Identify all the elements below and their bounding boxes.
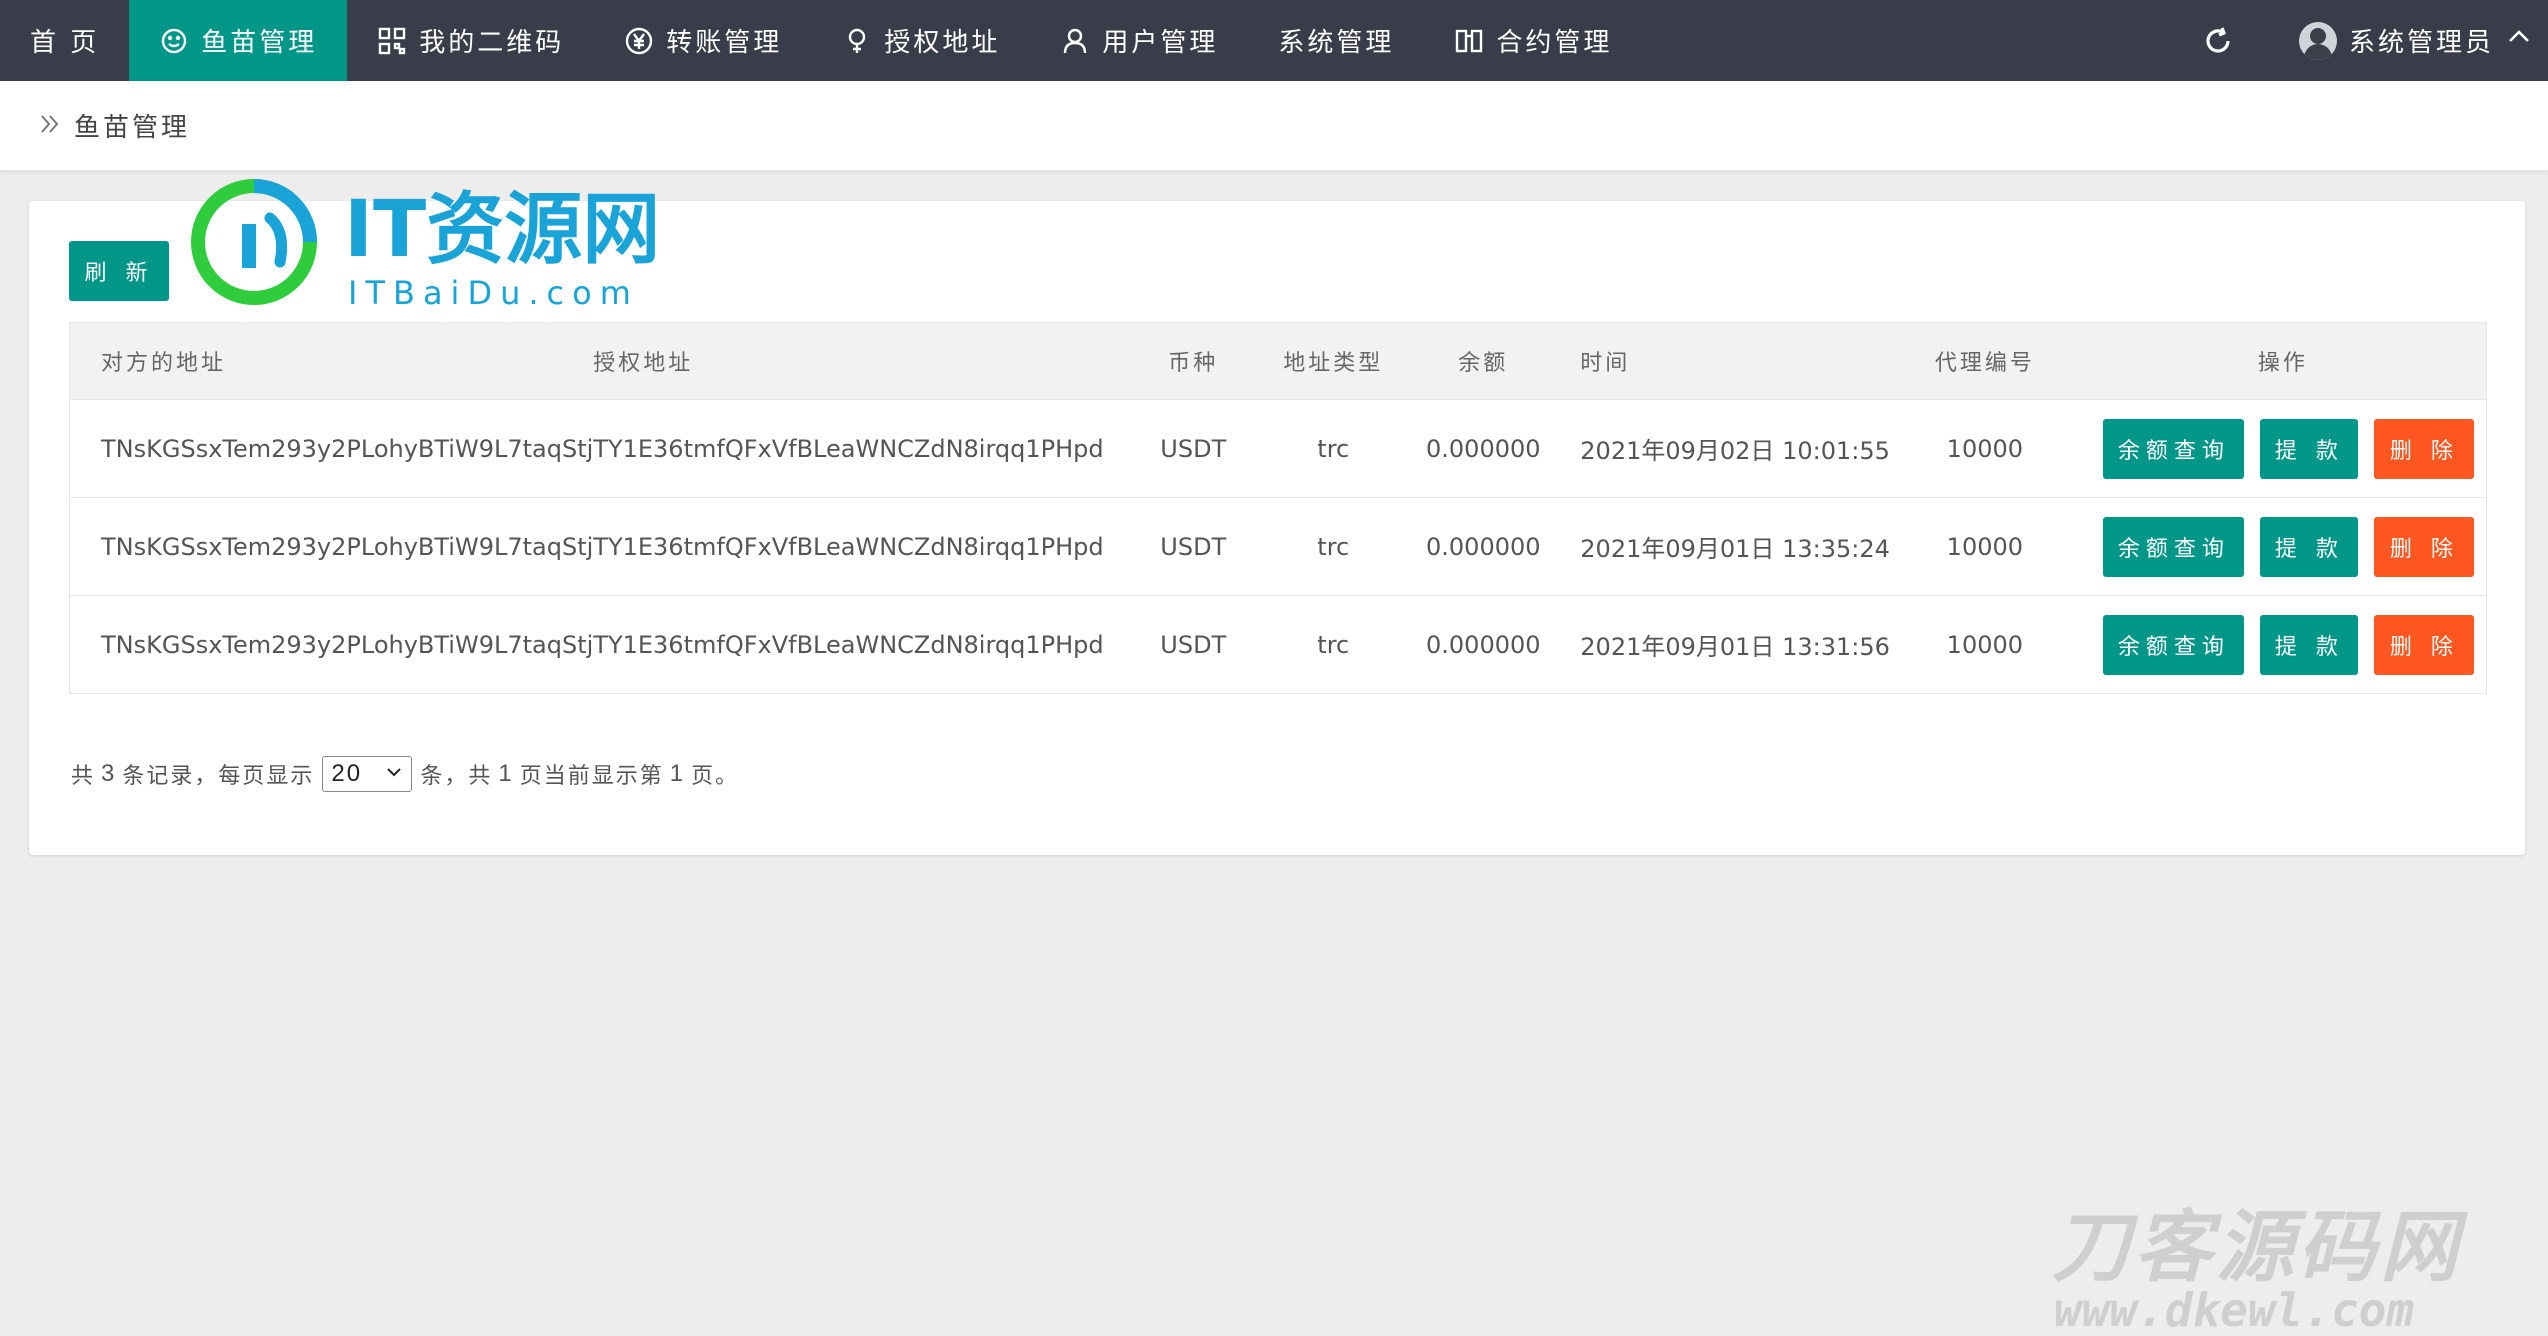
fry-table: 对方的地址 授权地址 币种 地址类型 余额 时间 代理编号 操作 TNsKGSs… bbox=[69, 322, 2487, 694]
nav-transfer-management-label: 转账管理 bbox=[666, 28, 783, 58]
header-coin: 币种 bbox=[1123, 322, 1264, 400]
cell-coin: USDT bbox=[1123, 497, 1264, 596]
withdraw-button[interactable]: 提 款 bbox=[2260, 418, 2359, 479]
location-icon bbox=[842, 26, 872, 56]
breadcrumb-current[interactable]: 鱼苗管理 bbox=[74, 107, 190, 144]
dk-watermark-subtitle: www.dkewl.com bbox=[2054, 1283, 2414, 1336]
nav-home[interactable]: 首 页 bbox=[0, 0, 129, 81]
cell-coin: USDT bbox=[1123, 399, 1264, 498]
smile-icon bbox=[159, 26, 189, 56]
nav-transfer-management[interactable]: 转账管理 bbox=[594, 0, 812, 81]
per-page-value: 20 bbox=[331, 760, 363, 787]
nav-home-label: 首 页 bbox=[30, 28, 100, 58]
withdraw-button[interactable]: 提 款 bbox=[2260, 614, 2359, 675]
cell-balance: 0.000000 bbox=[1403, 497, 1564, 596]
it-watermark-logo: IT资源网 ITBaiDu.com bbox=[186, 166, 726, 316]
cell-other-address: TNsKGSsxTem293y2PLohyBTiW9L7taqStj bbox=[69, 399, 594, 498]
cell-auth-address: TY1E36tmfQFxVfBLeaWNCZdN8irqq1PHpd bbox=[593, 399, 1124, 498]
cell-coin: USDT bbox=[1160, 630, 1227, 659]
balance-query-button[interactable]: 余额查询 bbox=[2103, 418, 2245, 479]
pager-text-3: 条，共 bbox=[420, 764, 493, 789]
header-agent-id: 代理编号 bbox=[1889, 322, 2080, 400]
delete-button[interactable]: 删 除 bbox=[2374, 418, 2475, 479]
cell-time: 2021年09月02日 10:01:55 bbox=[1563, 399, 1890, 498]
cell-time: 2021年09月01日 13:35:24 bbox=[1563, 497, 1890, 596]
nav-contract-management-label: 合约管理 bbox=[1496, 28, 1613, 58]
chevron-up-icon bbox=[2506, 24, 2532, 57]
nav-user-management-label: 用户管理 bbox=[1102, 28, 1219, 58]
delete-button[interactable]: 删 除 bbox=[2374, 516, 2475, 577]
double-chevron-right-icon bbox=[38, 112, 62, 140]
cell-balance: 0.000000 bbox=[1426, 630, 1541, 659]
pager-text-1: 共 bbox=[71, 764, 96, 789]
cell-balance: 0.000000 bbox=[1403, 399, 1564, 498]
dk-watermark-logo: 刀客源码网 www.dkewl.com bbox=[2044, 1196, 2544, 1336]
user-menu[interactable]: 系统管理员 bbox=[2298, 21, 2548, 60]
header-time: 时间 bbox=[1563, 322, 1890, 400]
delete-button[interactable]: 删 除 bbox=[2374, 614, 2475, 675]
yen-icon bbox=[624, 26, 654, 56]
header-actions: 操作 bbox=[2079, 322, 2487, 400]
nav-fry-management-label: 鱼苗管理 bbox=[201, 28, 318, 58]
refresh-page-icon[interactable] bbox=[2193, 16, 2243, 66]
per-page-select[interactable]: 20 bbox=[322, 756, 413, 792]
cell-time: 2021年09月01日 13:31:56 bbox=[1580, 633, 1890, 661]
balance-query-button[interactable]: 余额查询 bbox=[2103, 516, 2245, 577]
breadcrumb: 鱼苗管理 bbox=[0, 81, 2548, 171]
table-row: TNsKGSsxTem293y2PLohyBTiW9L7taqStj TY1E3… bbox=[69, 497, 2487, 596]
refresh-button[interactable]: 刷 新 bbox=[69, 241, 169, 301]
cell-auth-address: TY1E36tmfQFxVfBLeaWNCZdN8irqq1PHpd bbox=[593, 497, 1124, 596]
header-auth-address: 授权地址 bbox=[593, 322, 1124, 400]
pager-text-4: 页当前显示第 bbox=[519, 764, 664, 789]
nav-my-qrcode-label: 我的二维码 bbox=[419, 28, 565, 58]
pagination: 共 3 条记录，每页显示 20 条，共 1 页当前显示第 1 页。 bbox=[71, 756, 739, 792]
nav-authorized-address-label: 授权地址 bbox=[884, 28, 1001, 58]
chevron-down-icon bbox=[385, 760, 403, 788]
nav-right-area: 系统管理员 bbox=[2193, 0, 2548, 81]
cell-address-type: trc bbox=[1263, 399, 1404, 498]
cell-agent-id: 10000 bbox=[1889, 399, 2080, 498]
qrcode-icon bbox=[377, 26, 407, 56]
contract-icon bbox=[1454, 26, 1484, 56]
user-name: 系统管理员 bbox=[2348, 28, 2494, 58]
cell-other-address: TNsKGSsxTem293y2PLohyBTiW9L7taqStj bbox=[101, 630, 594, 659]
pager-current-page: 1 bbox=[669, 760, 686, 787]
pager-text-5: 页。 bbox=[691, 764, 740, 789]
top-navbar: 首 页 鱼苗管理 我的二维码 转账管理 授权地址 用户管理 系统管理 合约管理 … bbox=[0, 0, 2548, 81]
cell-auth-address: TY1E36tmfQFxVfBLeaWNCZdN8irqq1PHpd bbox=[593, 630, 1104, 659]
table-row: TNsKGSsxTem293y2PLohyBTiW9L7taqStj TY1E3… bbox=[69, 399, 2487, 498]
pager-total-pages: 1 bbox=[498, 760, 514, 787]
it-watermark-title: IT资源网 bbox=[344, 185, 660, 275]
header-address-type: 地址类型 bbox=[1263, 322, 1404, 400]
cell-actions: 余额查询 提 款 删 除 bbox=[2079, 497, 2487, 596]
header-balance: 余额 bbox=[1403, 322, 1564, 400]
dk-watermark-title: 刀客源码网 bbox=[2052, 1203, 2469, 1293]
cell-agent-id: 10000 bbox=[1889, 497, 2080, 596]
cell-address-type: trc bbox=[1317, 630, 1350, 659]
cell-address-type: trc bbox=[1263, 497, 1404, 596]
pager-text-2: 条记录，每页显示 bbox=[122, 764, 315, 789]
header-other-address: 对方的地址 bbox=[69, 322, 594, 400]
nav-contract-management[interactable]: 合约管理 bbox=[1424, 0, 1642, 81]
withdraw-button[interactable]: 提 款 bbox=[2260, 516, 2359, 577]
balance-query-button[interactable]: 余额查询 bbox=[2103, 614, 2245, 675]
nav-fry-management[interactable]: 鱼苗管理 bbox=[129, 0, 348, 81]
nav-system-management-label: 系统管理 bbox=[1278, 28, 1395, 58]
cell-agent-id: 10000 bbox=[1946, 630, 2024, 659]
nav-authorized-address[interactable]: 授权地址 bbox=[812, 0, 1030, 81]
nav-my-qrcode[interactable]: 我的二维码 bbox=[347, 0, 594, 81]
cell-actions: 余额查询 提 款 删 除 bbox=[2079, 399, 2487, 498]
nav-user-management[interactable]: 用户管理 bbox=[1030, 0, 1248, 81]
user-icon bbox=[1060, 26, 1090, 56]
cell-actions: 余额查询 提 款 删 除 bbox=[2080, 596, 2487, 694]
avatar bbox=[2298, 21, 2337, 60]
nav-system-management[interactable]: 系统管理 bbox=[1248, 0, 1424, 81]
table-row: TNsKGSsxTem293y2PLohyBTiW9L7taqStj TY1E3… bbox=[70, 596, 2487, 694]
table-header-row: 对方的地址 授权地址 币种 地址类型 余额 时间 代理编号 操作 bbox=[69, 322, 2487, 400]
pager-total-records: 3 bbox=[101, 760, 117, 787]
cell-other-address: TNsKGSsxTem293y2PLohyBTiW9L7taqStj bbox=[69, 497, 594, 596]
it-watermark-subtitle: ITBaiDu.com bbox=[348, 274, 639, 312]
